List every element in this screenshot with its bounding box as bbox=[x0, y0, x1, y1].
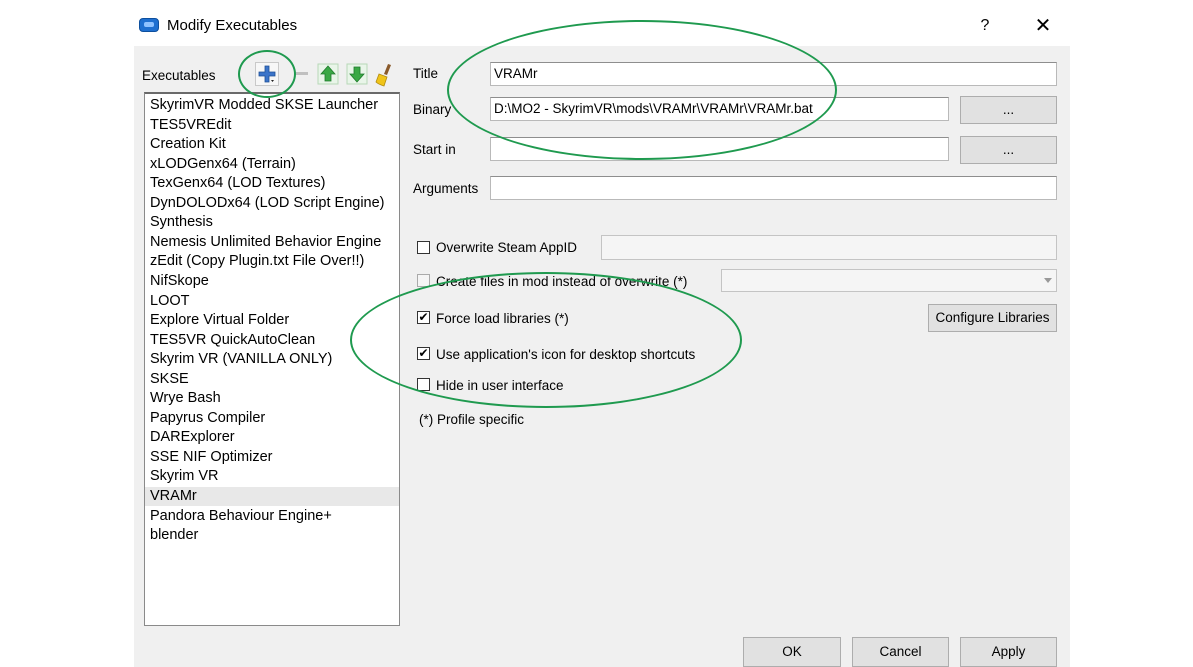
list-item[interactable]: Pandora Behaviour Engine+ bbox=[150, 507, 332, 526]
create-files-in-mod-checkbox[interactable] bbox=[417, 274, 430, 287]
start-in-label: Start in bbox=[413, 142, 456, 157]
list-item[interactable]: xLODGenx64 (Terrain) bbox=[150, 155, 296, 174]
overwrite-appid-checkbox[interactable] bbox=[417, 241, 430, 254]
binary-browse-button[interactable]: ... bbox=[960, 96, 1057, 124]
binary-input[interactable]: D:\MO2 - SkyrimVR\mods\VRAMr\VRAMr\VRAMr… bbox=[490, 97, 949, 121]
list-item[interactable]: Papyrus Compiler bbox=[150, 409, 265, 428]
move-up-icon bbox=[317, 63, 339, 85]
hide-in-ui-checkbox[interactable] bbox=[417, 378, 430, 391]
clean-icon bbox=[375, 64, 391, 87]
arguments-input[interactable] bbox=[490, 176, 1057, 200]
list-item[interactable]: SSE NIF Optimizer bbox=[150, 448, 272, 467]
list-item[interactable]: TES5VREdit bbox=[150, 116, 231, 135]
cancel-button[interactable]: Cancel bbox=[852, 637, 949, 667]
add-icon bbox=[258, 65, 276, 83]
help-button[interactable]: ? bbox=[970, 12, 1000, 40]
list-item[interactable]: Wrye Bash bbox=[150, 389, 221, 408]
binary-label: Binary bbox=[413, 102, 452, 117]
list-item[interactable]: blender bbox=[150, 526, 198, 545]
list-item[interactable]: Synthesis bbox=[150, 213, 213, 232]
start-in-browse-button[interactable]: ... bbox=[960, 136, 1057, 164]
executables-list[interactable]: SkyrimVR Modded SKSE Launcher TES5VREdit C… bbox=[144, 92, 400, 626]
hide-in-ui-label: Hide in user interface bbox=[436, 378, 564, 393]
arguments-label: Arguments bbox=[413, 181, 479, 196]
remove-executable-button[interactable] bbox=[290, 62, 314, 86]
list-item[interactable]: Skyrim VR bbox=[150, 467, 218, 486]
force-load-libraries-checkbox[interactable]: ✔ bbox=[417, 311, 430, 324]
force-load-libraries-label: Force load libraries (*) bbox=[436, 311, 569, 326]
list-item[interactable]: SKSE bbox=[150, 370, 189, 389]
list-item[interactable]: DynDOLODx64 (LOD Script Engine) bbox=[150, 194, 385, 213]
move-down-icon bbox=[346, 63, 368, 85]
executables-label: Executables bbox=[142, 68, 216, 83]
apply-button[interactable]: Apply bbox=[960, 637, 1057, 667]
list-item[interactable]: Creation Kit bbox=[150, 135, 226, 154]
steam-appid-input bbox=[601, 235, 1057, 260]
configure-libraries-button[interactable]: Configure Libraries bbox=[928, 304, 1057, 332]
add-executable-button[interactable] bbox=[255, 62, 279, 86]
window-title: Modify Executables bbox=[167, 17, 298, 34]
title-input[interactable]: VRAMr bbox=[490, 62, 1057, 86]
list-item[interactable]: NifSkope bbox=[150, 272, 209, 291]
use-app-icon-label: Use application's icon for desktop short… bbox=[436, 347, 696, 362]
app-icon bbox=[139, 18, 159, 32]
move-up-button[interactable] bbox=[316, 62, 340, 86]
list-item[interactable]: DARExplorer bbox=[150, 428, 235, 447]
clean-button[interactable] bbox=[373, 62, 397, 87]
chevron-down-icon bbox=[1044, 278, 1052, 283]
use-app-icon-checkbox[interactable]: ✔ bbox=[417, 347, 430, 360]
close-button[interactable]: ✕ bbox=[1028, 12, 1058, 40]
start-in-input[interactable] bbox=[490, 137, 949, 161]
profile-specific-note: (*) Profile specific bbox=[419, 412, 525, 427]
list-item[interactable]: SkyrimVR Modded SKSE Launcher bbox=[150, 96, 378, 115]
list-item[interactable]: Skyrim VR (VANILLA ONLY) bbox=[150, 350, 332, 369]
list-item[interactable]: TES5VR QuickAutoClean bbox=[150, 331, 315, 350]
move-down-button[interactable] bbox=[345, 62, 369, 86]
list-item[interactable]: LOOT bbox=[150, 292, 189, 311]
create-files-in-mod-label: Create files in mod instead of overwrite… bbox=[436, 274, 688, 289]
ok-button[interactable]: OK bbox=[743, 637, 841, 667]
list-item[interactable]: Explore Virtual Folder bbox=[150, 311, 289, 330]
title-label: Title bbox=[413, 66, 439, 81]
mod-select-dropdown[interactable] bbox=[721, 269, 1057, 292]
list-item[interactable]: zEdit (Copy Plugin.txt File Over!!) bbox=[150, 252, 364, 271]
overwrite-appid-label: Overwrite Steam AppID bbox=[436, 240, 578, 255]
remove-icon bbox=[295, 72, 308, 75]
list-item[interactable]: VRAMr bbox=[145, 487, 399, 506]
list-item[interactable]: TexGenx64 (LOD Textures) bbox=[150, 174, 325, 193]
list-item[interactable]: Nemesis Unlimited Behavior Engine bbox=[150, 233, 381, 252]
